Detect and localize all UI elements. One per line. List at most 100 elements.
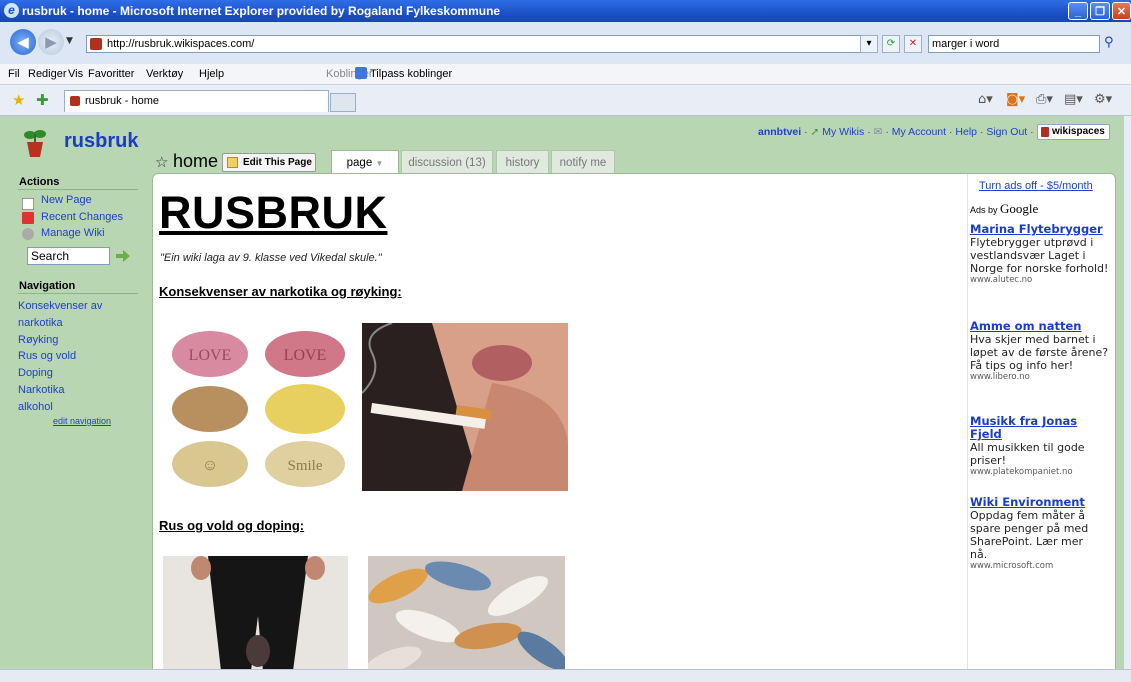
favorite-page-star-icon[interactable]: ☆	[155, 153, 168, 171]
actions-divider	[18, 189, 138, 190]
sidebar-search-input[interactable]: Search	[27, 247, 110, 265]
vertical-scrollbar[interactable]	[1124, 116, 1131, 669]
history-dropdown-icon[interactable]: ▼	[66, 36, 73, 46]
section-heading-violence: Rus og vold og doping:	[159, 518, 305, 533]
tools-gear-icon[interactable]: ⚙▾	[1094, 92, 1112, 107]
page-menu-icon[interactable]: ▤▾	[1064, 92, 1083, 107]
my-wikis-link[interactable]: My Wikis	[822, 126, 864, 138]
ad-url[interactable]: www.libero.no	[970, 372, 1110, 383]
menu-hjelp[interactable]: Hjelp	[199, 68, 224, 80]
edit-this-page-button[interactable]: Edit This Page	[222, 153, 316, 172]
tab-notify-me[interactable]: notify me	[551, 150, 615, 174]
ad-body: Flytebrygger utprøvd i vestlandsvær Lage…	[970, 236, 1109, 275]
search-input[interactable]: marger i word	[928, 35, 1100, 53]
search-icon[interactable]: ⚲	[1104, 35, 1114, 50]
menu-favoritter[interactable]: Favoritter	[88, 68, 134, 80]
nav-item-doping[interactable]: Doping	[18, 367, 53, 379]
ads-by-google-label: Ads by Google	[970, 201, 1038, 217]
menu-fil[interactable]: Fil	[8, 68, 20, 80]
ad-url[interactable]: www.microsoft.com	[970, 561, 1110, 572]
ad-title[interactable]: Amme om natten	[970, 320, 1110, 333]
tab-page[interactable]: page ▼	[331, 150, 399, 174]
add-favorite-icon[interactable]: ✚	[36, 91, 49, 109]
nav-item-narkotika-2[interactable]: Narkotika	[18, 384, 64, 396]
address-text: http://rusbruk.wikispaces.com/	[107, 38, 255, 50]
menu-bar: Fil Rediger Vis Favoritter Verktøy Hjelp…	[0, 64, 1131, 85]
wikispaces-logo-icon	[1041, 127, 1049, 137]
feeds-icon[interactable]: ◙▾	[1006, 92, 1025, 107]
pills-image: LOVE LOVE ☺ Smile	[160, 321, 355, 493]
edit-navigation-link[interactable]: edit navigation	[53, 416, 111, 426]
forward-icon[interactable]: ▶	[38, 29, 64, 55]
ad-item[interactable]: Amme om natten Hva skjer med barnet i lø…	[970, 320, 1110, 383]
wikispaces-badge-label: wikispaces	[1052, 126, 1105, 137]
wiki-name-link[interactable]: rusbruk	[64, 130, 138, 153]
mail-icon[interactable]: ✉	[874, 126, 883, 138]
address-toolbar: ◀ ▶ ▼ http://rusbruk.wikispaces.com/ ▾ ⟳…	[0, 22, 1131, 64]
nav-item-alkohol[interactable]: alkohol	[18, 401, 53, 413]
my-wikis-arrow-icon: ➚	[810, 126, 820, 138]
tab-bar: ★ ✚ rusbruk - home ⌂▾ ◙▾ ⎙▾ ▤▾ ⚙▾	[0, 85, 1131, 116]
ad-title[interactable]: Wiki Environment	[970, 496, 1110, 509]
ad-title[interactable]: Marina Flytebrygger	[970, 223, 1110, 236]
capsules-image	[368, 556, 565, 669]
pill-love-text-2: LOVE	[284, 347, 327, 364]
help-link[interactable]: Help	[955, 126, 977, 138]
home-icon[interactable]: ⌂▾	[978, 92, 993, 107]
search-go-arrow-icon[interactable]	[116, 250, 130, 262]
tab-favicon-icon	[70, 96, 80, 106]
pill-love-text-1: LOVE	[189, 347, 232, 364]
section-heading-consequences: Konsekvenser av narkotika og røyking:	[159, 284, 402, 299]
nav-item-royking[interactable]: Røyking	[18, 334, 58, 346]
turn-ads-off-link[interactable]: Turn ads off - $5/month	[979, 180, 1093, 192]
maximize-icon[interactable]: ❐	[1090, 2, 1110, 20]
ad-item[interactable]: Musikk fra Jonas Fjeld All musikken til …	[970, 415, 1110, 478]
print-icon[interactable]: ⎙▾	[1036, 92, 1053, 107]
window-title: rusbruk - home - Microsoft Internet Expl…	[22, 4, 501, 18]
ad-body: All musikken til gode priser!	[970, 441, 1085, 467]
close-icon[interactable]: ✕	[1112, 2, 1131, 20]
address-dropdown-icon[interactable]: ▾	[860, 35, 878, 53]
customize-links-link[interactable]: Tilpass koblinger	[370, 68, 452, 80]
nav-item-rus-og-vold[interactable]: Rus og vold	[18, 350, 76, 362]
sidebar-action-recent-changes[interactable]: Recent Changes	[41, 211, 123, 223]
chevron-down-icon: ▼	[375, 159, 384, 168]
page-title: home	[173, 151, 219, 171]
sign-out-link[interactable]: Sign Out	[986, 126, 1027, 138]
minimize-icon[interactable]: _	[1068, 2, 1088, 20]
nav-item-narkotika-1[interactable]: narkotika	[18, 317, 63, 329]
new-tab-button[interactable]	[330, 93, 356, 112]
browser-tab-active[interactable]: rusbruk - home	[64, 90, 329, 112]
nav-item-konsekvenser[interactable]: Konsekvenser av	[18, 300, 102, 312]
menu-rediger[interactable]: Rediger	[28, 68, 67, 80]
tab-history[interactable]: history	[496, 150, 549, 174]
address-field[interactable]: http://rusbruk.wikispaces.com/	[86, 35, 876, 53]
back-icon[interactable]: ◀	[10, 29, 36, 55]
refresh-icon[interactable]: ⟳	[882, 35, 900, 53]
sidebar-action-manage-wiki[interactable]: Manage Wiki	[41, 227, 105, 239]
ad-title[interactable]: Musikk fra Jonas Fjeld	[970, 415, 1080, 441]
wiki-logo-icon	[24, 130, 46, 157]
ad-url[interactable]: www.alutec.no	[970, 275, 1110, 286]
smoking-image	[362, 323, 568, 491]
stop-icon[interactable]: ✕	[904, 35, 922, 53]
ad-item[interactable]: Wiki Environment Oppdag fem måter å spar…	[970, 496, 1110, 572]
ad-item[interactable]: Marina Flytebrygger Flytebrygger utprøvd…	[970, 223, 1110, 286]
ad-url[interactable]: www.platekompaniet.no	[970, 467, 1110, 478]
tab-discussion[interactable]: discussion (13)	[401, 150, 493, 174]
wikispaces-badge[interactable]: wikispaces	[1037, 124, 1110, 140]
calendar-icon	[22, 212, 34, 224]
menu-verktoy[interactable]: Verktøy	[146, 68, 183, 80]
browser-tab-title: rusbruk - home	[85, 95, 159, 107]
ad-body: Hva skjer med barnet i løpet av de først…	[970, 333, 1109, 372]
username-link[interactable]: annbtvei	[758, 126, 801, 138]
actions-heading: Actions	[19, 176, 60, 188]
favorites-star-icon[interactable]: ★	[12, 91, 25, 109]
violence-image	[163, 556, 348, 669]
ads-by-text: Ads by	[970, 205, 998, 215]
edit-this-page-label: Edit This Page	[243, 157, 312, 168]
my-account-link[interactable]: My Account	[892, 126, 946, 138]
menu-vis[interactable]: Vis	[68, 68, 83, 80]
sidebar-action-new-page[interactable]: New Page	[41, 194, 92, 206]
window-title-bar: e rusbruk - home - Microsoft Internet Ex…	[0, 0, 1131, 22]
